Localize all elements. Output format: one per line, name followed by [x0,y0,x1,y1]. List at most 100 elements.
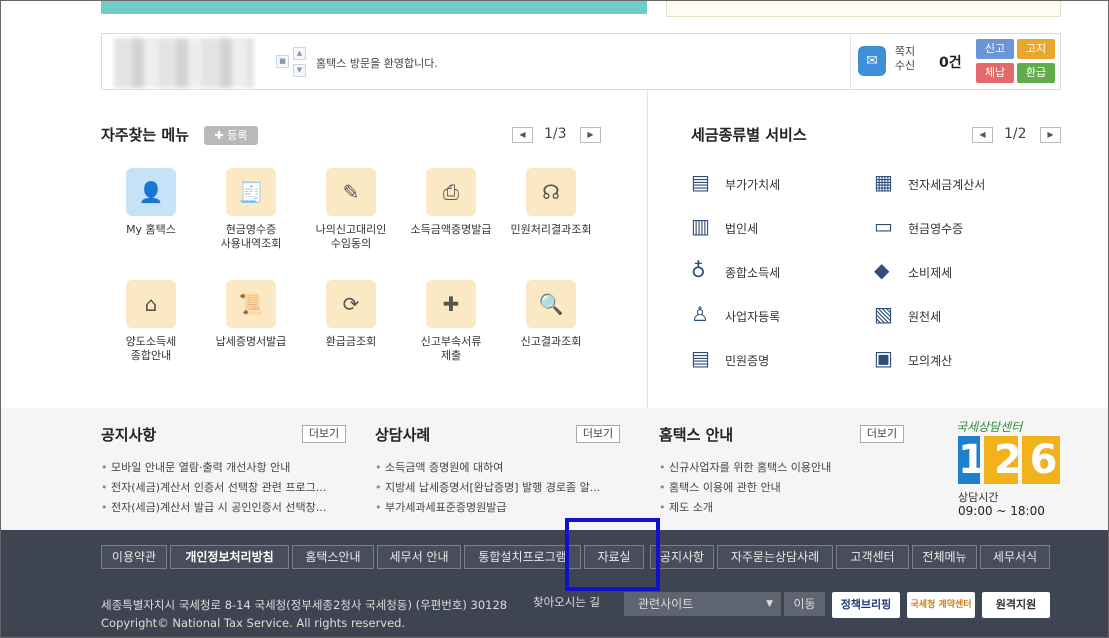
board-item[interactable]: 지방세 납세증명서[완납증명] 발행 경로좀 알... [375,479,600,495]
callcenter-hours: 09:00 ~ 18:00 [958,504,1045,518]
board-title: 상담사례 [375,426,431,444]
footer-link[interactable]: 자주묻는상담사례 [717,545,833,569]
favorite-label[interactable]: 양도소득세 종합안내 [96,335,206,363]
footer-link[interactable]: 통합설치프로그램 [464,545,581,569]
diamond-icon[interactable]: ◆ [874,258,898,282]
callcenter-hours-label: 상담시간 [958,491,999,504]
document-pen-icon[interactable]: ✎ [326,168,376,216]
related-sites-select[interactable]: 관련사이트 ▼ [624,592,781,616]
tax-service-label[interactable]: 원천세 [908,308,941,325]
footer-link[interactable]: 이용약관 [101,545,167,569]
callcenter-number: 126 [958,436,1066,484]
footer-link[interactable]: 전체메뉴 [912,545,977,569]
blurred-user-info [114,38,254,88]
receipt-1000-icon[interactable]: ▭ [874,214,898,238]
house-icon[interactable]: ⌂ [126,280,176,328]
footer-link[interactable]: 개인정보처리방침 [170,545,289,569]
message-icon[interactable]: ✉ [858,46,886,76]
board-item[interactable]: 신규사업자를 위한 홈택스 이용안내 [659,459,831,475]
tax-service-label[interactable]: 사업자등록 [725,308,780,325]
quick-button-refund[interactable]: 환급 [1017,63,1055,83]
money-bag-icon[interactable]: ♁ [691,258,715,282]
search-document-icon[interactable]: 🔍 [526,280,576,328]
footer-link[interactable]: 세무서식 [980,545,1050,569]
related-sites-label: 관련사이트 [638,597,694,611]
more-button[interactable]: 더보기 [860,425,904,443]
move-button[interactable]: 이동 [784,592,825,616]
quick-button-arrears[interactable]: 체납 [976,63,1014,83]
favorite-label[interactable]: 민원처리결과조회 [496,223,606,237]
receipt-icon[interactable]: 🧾 [226,168,276,216]
calculator-icon[interactable]: ▣ [874,346,898,370]
scroll-up-button[interactable]: ▲ [293,47,306,60]
board-item[interactable]: 소득금액 증명원에 대하여 [375,459,503,475]
board-item[interactable]: 전자(세금)계산서 발급 시 공인인증서 선택창... [101,499,326,515]
tax-service-label[interactable]: 부가가치세 [725,176,780,193]
register-label: 등록 [227,129,248,142]
tax-service-label[interactable]: 민원증명 [725,352,769,369]
footer-link[interactable]: 세무서 안내 [377,545,461,569]
remote-support-badge[interactable]: 원격지원 [982,592,1050,618]
board-item[interactable]: 전자(세금)계산서 인증서 선택창 관련 프로그... [101,479,326,495]
person-icon[interactable]: ♙ [691,302,715,326]
copyright: Copyright© National Tax Service. All rig… [101,616,406,630]
document-icon[interactable]: ▤ [691,346,715,370]
note-label: 쪽지 수신 [894,45,916,72]
note-count[interactable]: 0건 [939,52,962,72]
footer-link[interactable]: 고객센터 [836,545,909,569]
stop-icon[interactable]: ■ [276,55,289,68]
calculator-sheet-icon[interactable]: ▦ [874,170,898,194]
favorite-label[interactable]: 신고결과조회 [496,335,606,349]
favorite-label[interactable]: My 홈택스 [96,223,206,237]
info-box [666,0,1061,17]
message-bar: ■ ▲ ▼ 홈택스 방문을 환영합니다. ✉ 쪽지 수신 0건 신고 고지 체납… [101,33,1061,90]
tax-service-label[interactable]: 종합소득세 [725,264,780,281]
favorite-label[interactable]: 납세증명서발급 [196,335,306,349]
building-icon[interactable]: ▥ [691,214,715,238]
contract-center-badge[interactable]: 국세청 계약센터 [907,592,975,618]
scroll-down-button[interactable]: ▼ [293,64,306,77]
person-icon[interactable]: 👤 [126,168,176,216]
sal-document-icon[interactable]: ▧ [874,302,898,326]
tax-service-label[interactable]: 법인세 [725,220,758,237]
printer-icon[interactable]: ⎙ [426,168,476,216]
certificate-icon[interactable]: 📜 [226,280,276,328]
prev-page-button[interactable]: ◀ [512,127,533,143]
tax-prev-page-button[interactable]: ◀ [972,127,993,143]
more-button[interactable]: 더보기 [576,425,620,443]
highlight-box [565,518,660,591]
find-way-link[interactable]: 찾아오시는 길 [533,594,600,610]
divider [850,34,851,89]
address: 세종특별자치시 국세청로 8-14 국세청(정부세종2청사 국세청동) (우편번… [101,598,508,612]
favorite-label[interactable]: 나의신고대리인 수임동의 [296,223,406,251]
more-button[interactable]: 더보기 [302,425,346,443]
tax-next-page-button[interactable]: ▶ [1040,127,1061,143]
favorite-label[interactable]: 환급금조회 [296,335,406,349]
tax-service-label[interactable]: 현금영수증 [908,220,963,237]
quick-button-notice[interactable]: 고지 [1017,39,1055,59]
chevron-down-icon: ▼ [766,599,773,609]
board-item[interactable]: 부가세과세표준증명원발급 [375,499,506,515]
tax-service-label[interactable]: 소비제세 [908,264,952,281]
headset-icon[interactable]: ☊ [526,168,576,216]
register-button[interactable]: ✚ 등록 [204,126,258,145]
favorite-label[interactable]: 소득금액증명발급 [396,223,506,237]
plus-icon: ✚ [214,129,228,142]
favorite-label[interactable]: 현금영수증 사용내역조회 [196,223,306,251]
board-item[interactable]: 홈택스 이용에 관한 안내 [659,479,781,495]
board-item[interactable]: 제도 소개 [659,499,713,515]
tax-pager: 1/2 [1004,126,1027,142]
refund-icon[interactable]: ⟳ [326,280,376,328]
footer-link[interactable]: 홈택스안내 [292,545,374,569]
policy-briefing-badge[interactable]: 정책브리핑 [832,592,900,618]
tax-services-title: 세금종류별 서비스 [691,126,807,144]
next-page-button[interactable]: ▶ [580,127,601,143]
quick-button-file[interactable]: 신고 [976,39,1014,59]
vat-icon[interactable]: ▤ [691,170,715,194]
tax-service-label[interactable]: 전자세금계산서 [908,176,985,193]
board-item[interactable]: 모바일 안내문 열람·출력 개선사항 안내 [101,459,290,475]
favorite-label[interactable]: 신고부속서류 제출 [396,335,506,363]
section-divider [647,90,648,408]
add-document-icon[interactable]: ✚ [426,280,476,328]
tax-service-label[interactable]: 모의계산 [908,352,952,369]
